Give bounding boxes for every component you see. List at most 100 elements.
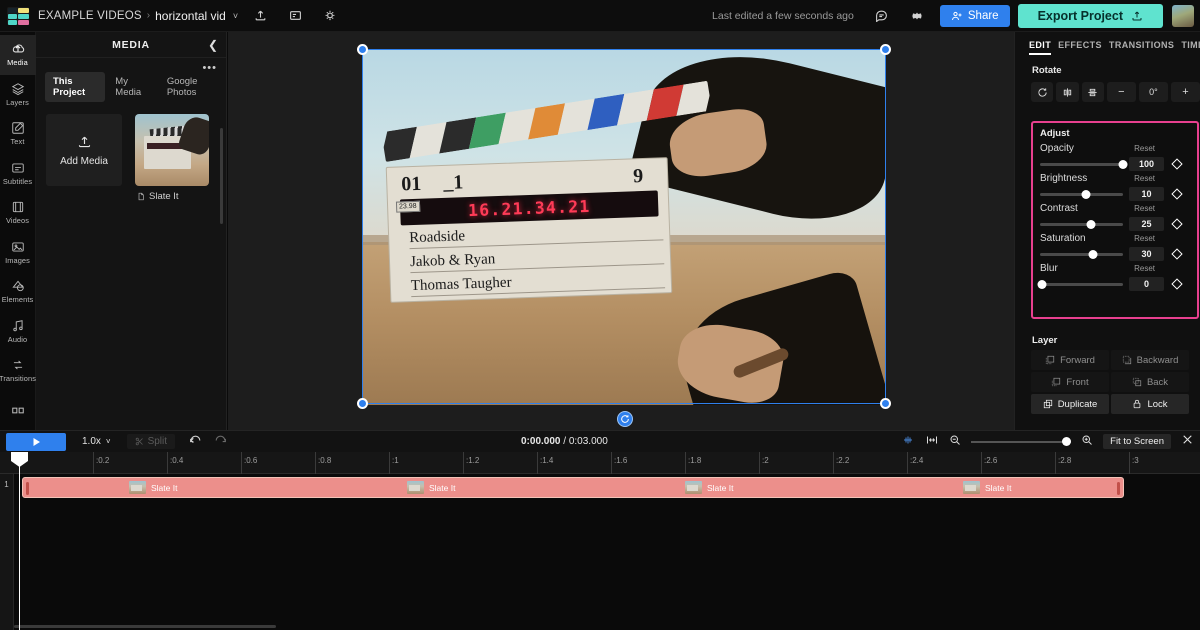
sidebar-item-text[interactable]: Text: [0, 114, 36, 154]
play-button[interactable]: [6, 433, 66, 451]
canvas-stage[interactable]: 01 _1 9 23.98 16.21.34.21 Roadside Jakob…: [228, 32, 1014, 430]
value-contrast[interactable]: 25: [1129, 217, 1164, 231]
tab-my-media[interactable]: My Media: [107, 72, 157, 102]
user-avatar[interactable]: [1172, 5, 1194, 27]
zoom-out-icon[interactable]: [949, 433, 961, 451]
share-button[interactable]: Share: [940, 5, 1010, 27]
reset-brightness[interactable]: Reset: [1134, 174, 1155, 183]
keyframe-contrast-icon[interactable]: [1171, 218, 1182, 229]
app-logo[interactable]: [7, 7, 29, 25]
flip-vertical-icon[interactable]: [1082, 82, 1104, 102]
sidebar-item-transitions[interactable]: Transitions: [0, 351, 36, 391]
timeline-clip[interactable]: Slate It Slate It Slate It Slate It: [22, 477, 1124, 498]
back-button[interactable]: Back: [1111, 372, 1189, 392]
sidebar-item-media[interactable]: Media: [0, 35, 36, 75]
value-saturation[interactable]: 30: [1129, 247, 1164, 261]
chevron-left-icon[interactable]: ❮: [208, 38, 218, 52]
lightbulb-icon[interactable]: [317, 3, 343, 29]
panel-icon[interactable]: [282, 3, 308, 29]
ruler-tick-5: :1: [389, 452, 399, 474]
add-media-button[interactable]: Add Media: [46, 114, 122, 186]
sidebar-item-elements[interactable]: Elements: [0, 272, 36, 312]
fit-width-icon[interactable]: [925, 433, 939, 451]
project-title[interactable]: horizontal vid: [155, 9, 226, 23]
keyframe-opacity-icon[interactable]: [1171, 158, 1182, 169]
zoom-slider[interactable]: [971, 436, 1071, 448]
media-thumbnail[interactable]: [135, 114, 209, 186]
redo-icon[interactable]: [214, 434, 227, 450]
tab-google-photos[interactable]: Google Photos: [159, 72, 226, 102]
ruler-tick-10: :2: [759, 452, 769, 474]
media-scrollbar[interactable]: [220, 128, 223, 224]
fit-to-screen-button[interactable]: Fit to Screen: [1103, 434, 1171, 449]
label-contrast: Contrast: [1040, 203, 1078, 214]
tab-this-project[interactable]: This Project: [45, 72, 105, 102]
media-asset-name: Slate It: [149, 191, 179, 202]
zoom-in-icon[interactable]: [1081, 433, 1093, 451]
flip-horizontal-icon[interactable]: [1056, 82, 1078, 102]
tab-timing[interactable]: TIMING: [1181, 40, 1200, 55]
timeline-ruler[interactable]: 0 :0.2 :0.4 :0.6 :0.8 :1 :1.2 :1.4 :1.6 …: [0, 452, 1200, 474]
keyframe-blur-icon[interactable]: [1171, 278, 1182, 289]
split-button[interactable]: Split: [127, 434, 175, 449]
sidebar-label-transitions: Transitions: [0, 374, 36, 383]
front-button[interactable]: Front: [1031, 372, 1109, 392]
keyframe-saturation-icon[interactable]: [1171, 248, 1182, 259]
speed-selector[interactable]: 1.0x ˅: [82, 436, 111, 447]
clip-thumbnail: [407, 481, 424, 494]
export-project-button[interactable]: Export Project: [1018, 4, 1163, 28]
playhead[interactable]: [19, 452, 20, 630]
adjust-row-brightness: Brightness Reset 10: [1033, 171, 1197, 201]
export-label: Export Project: [1038, 9, 1123, 23]
tab-edit[interactable]: EDIT: [1029, 40, 1058, 55]
media-asset-item[interactable]: Slate It: [135, 114, 209, 202]
value-blur[interactable]: 0: [1129, 277, 1164, 291]
value-opacity[interactable]: 100: [1129, 157, 1164, 171]
undo-icon[interactable]: [189, 434, 202, 450]
chevron-down-icon[interactable]: ˅: [233, 11, 238, 21]
close-icon[interactable]: [1181, 433, 1194, 451]
gear-icon[interactable]: [904, 3, 930, 29]
slider-opacity[interactable]: [1040, 158, 1123, 170]
duplicate-button[interactable]: Duplicate: [1031, 394, 1109, 414]
value-brightness[interactable]: 10: [1129, 187, 1164, 201]
clip-trim-left[interactable]: [26, 482, 29, 495]
slider-contrast[interactable]: [1040, 218, 1123, 230]
adjust-section: Adjust Opacity Reset 100 Brightness: [1031, 121, 1199, 319]
forward-button[interactable]: Forward: [1031, 350, 1109, 370]
tab-transitions[interactable]: TRANSITIONS: [1109, 40, 1181, 55]
tab-effects[interactable]: EFFECTS: [1058, 40, 1109, 55]
sidebar-item-layers[interactable]: Layers: [0, 75, 36, 115]
backward-button[interactable]: Backward: [1111, 350, 1189, 370]
lock-button[interactable]: Lock: [1111, 394, 1189, 414]
sidebar-item-images[interactable]: Images: [0, 233, 36, 273]
sidebar-label-audio: Audio: [8, 335, 27, 344]
sidebar-item-audio[interactable]: Audio: [0, 312, 36, 352]
upload-icon[interactable]: [247, 3, 273, 29]
video-preview[interactable]: 01 _1 9 23.98 16.21.34.21 Roadside Jakob…: [362, 50, 886, 405]
breadcrumb-root[interactable]: EXAMPLE VIDEOS: [38, 10, 142, 22]
rotate-icon[interactable]: [1031, 82, 1053, 102]
clapper-take: _1: [443, 171, 464, 195]
rotate-section-title: Rotate: [1032, 65, 1200, 76]
rotate-handle-icon[interactable]: [617, 411, 633, 427]
reset-contrast[interactable]: Reset: [1134, 204, 1155, 213]
slider-brightness[interactable]: [1040, 188, 1123, 200]
keyframe-brightness-icon[interactable]: [1171, 188, 1182, 199]
slider-blur[interactable]: [1040, 278, 1123, 290]
sidebar-item-overflow[interactable]: [0, 391, 36, 431]
timeline-body[interactable]: 1 Slate It Slate It Slate It Slate It: [0, 474, 1200, 630]
rotate-increase-button[interactable]: +: [1171, 82, 1200, 102]
slider-saturation[interactable]: [1040, 248, 1123, 260]
rotate-decrease-button[interactable]: −: [1107, 82, 1136, 102]
sidebar-item-subtitles[interactable]: Subtitles: [0, 154, 36, 194]
sidebar-item-videos[interactable]: Videos: [0, 193, 36, 233]
more-dots-icon[interactable]: •••: [202, 62, 217, 74]
snap-icon[interactable]: [901, 433, 915, 451]
reset-blur[interactable]: Reset: [1134, 264, 1155, 273]
clip-trim-right[interactable]: [1117, 482, 1120, 495]
reset-saturation[interactable]: Reset: [1134, 234, 1155, 243]
comment-icon[interactable]: [869, 3, 895, 29]
timeline-horizontal-scrollbar[interactable]: [14, 625, 276, 628]
reset-opacity[interactable]: Reset: [1134, 144, 1155, 153]
